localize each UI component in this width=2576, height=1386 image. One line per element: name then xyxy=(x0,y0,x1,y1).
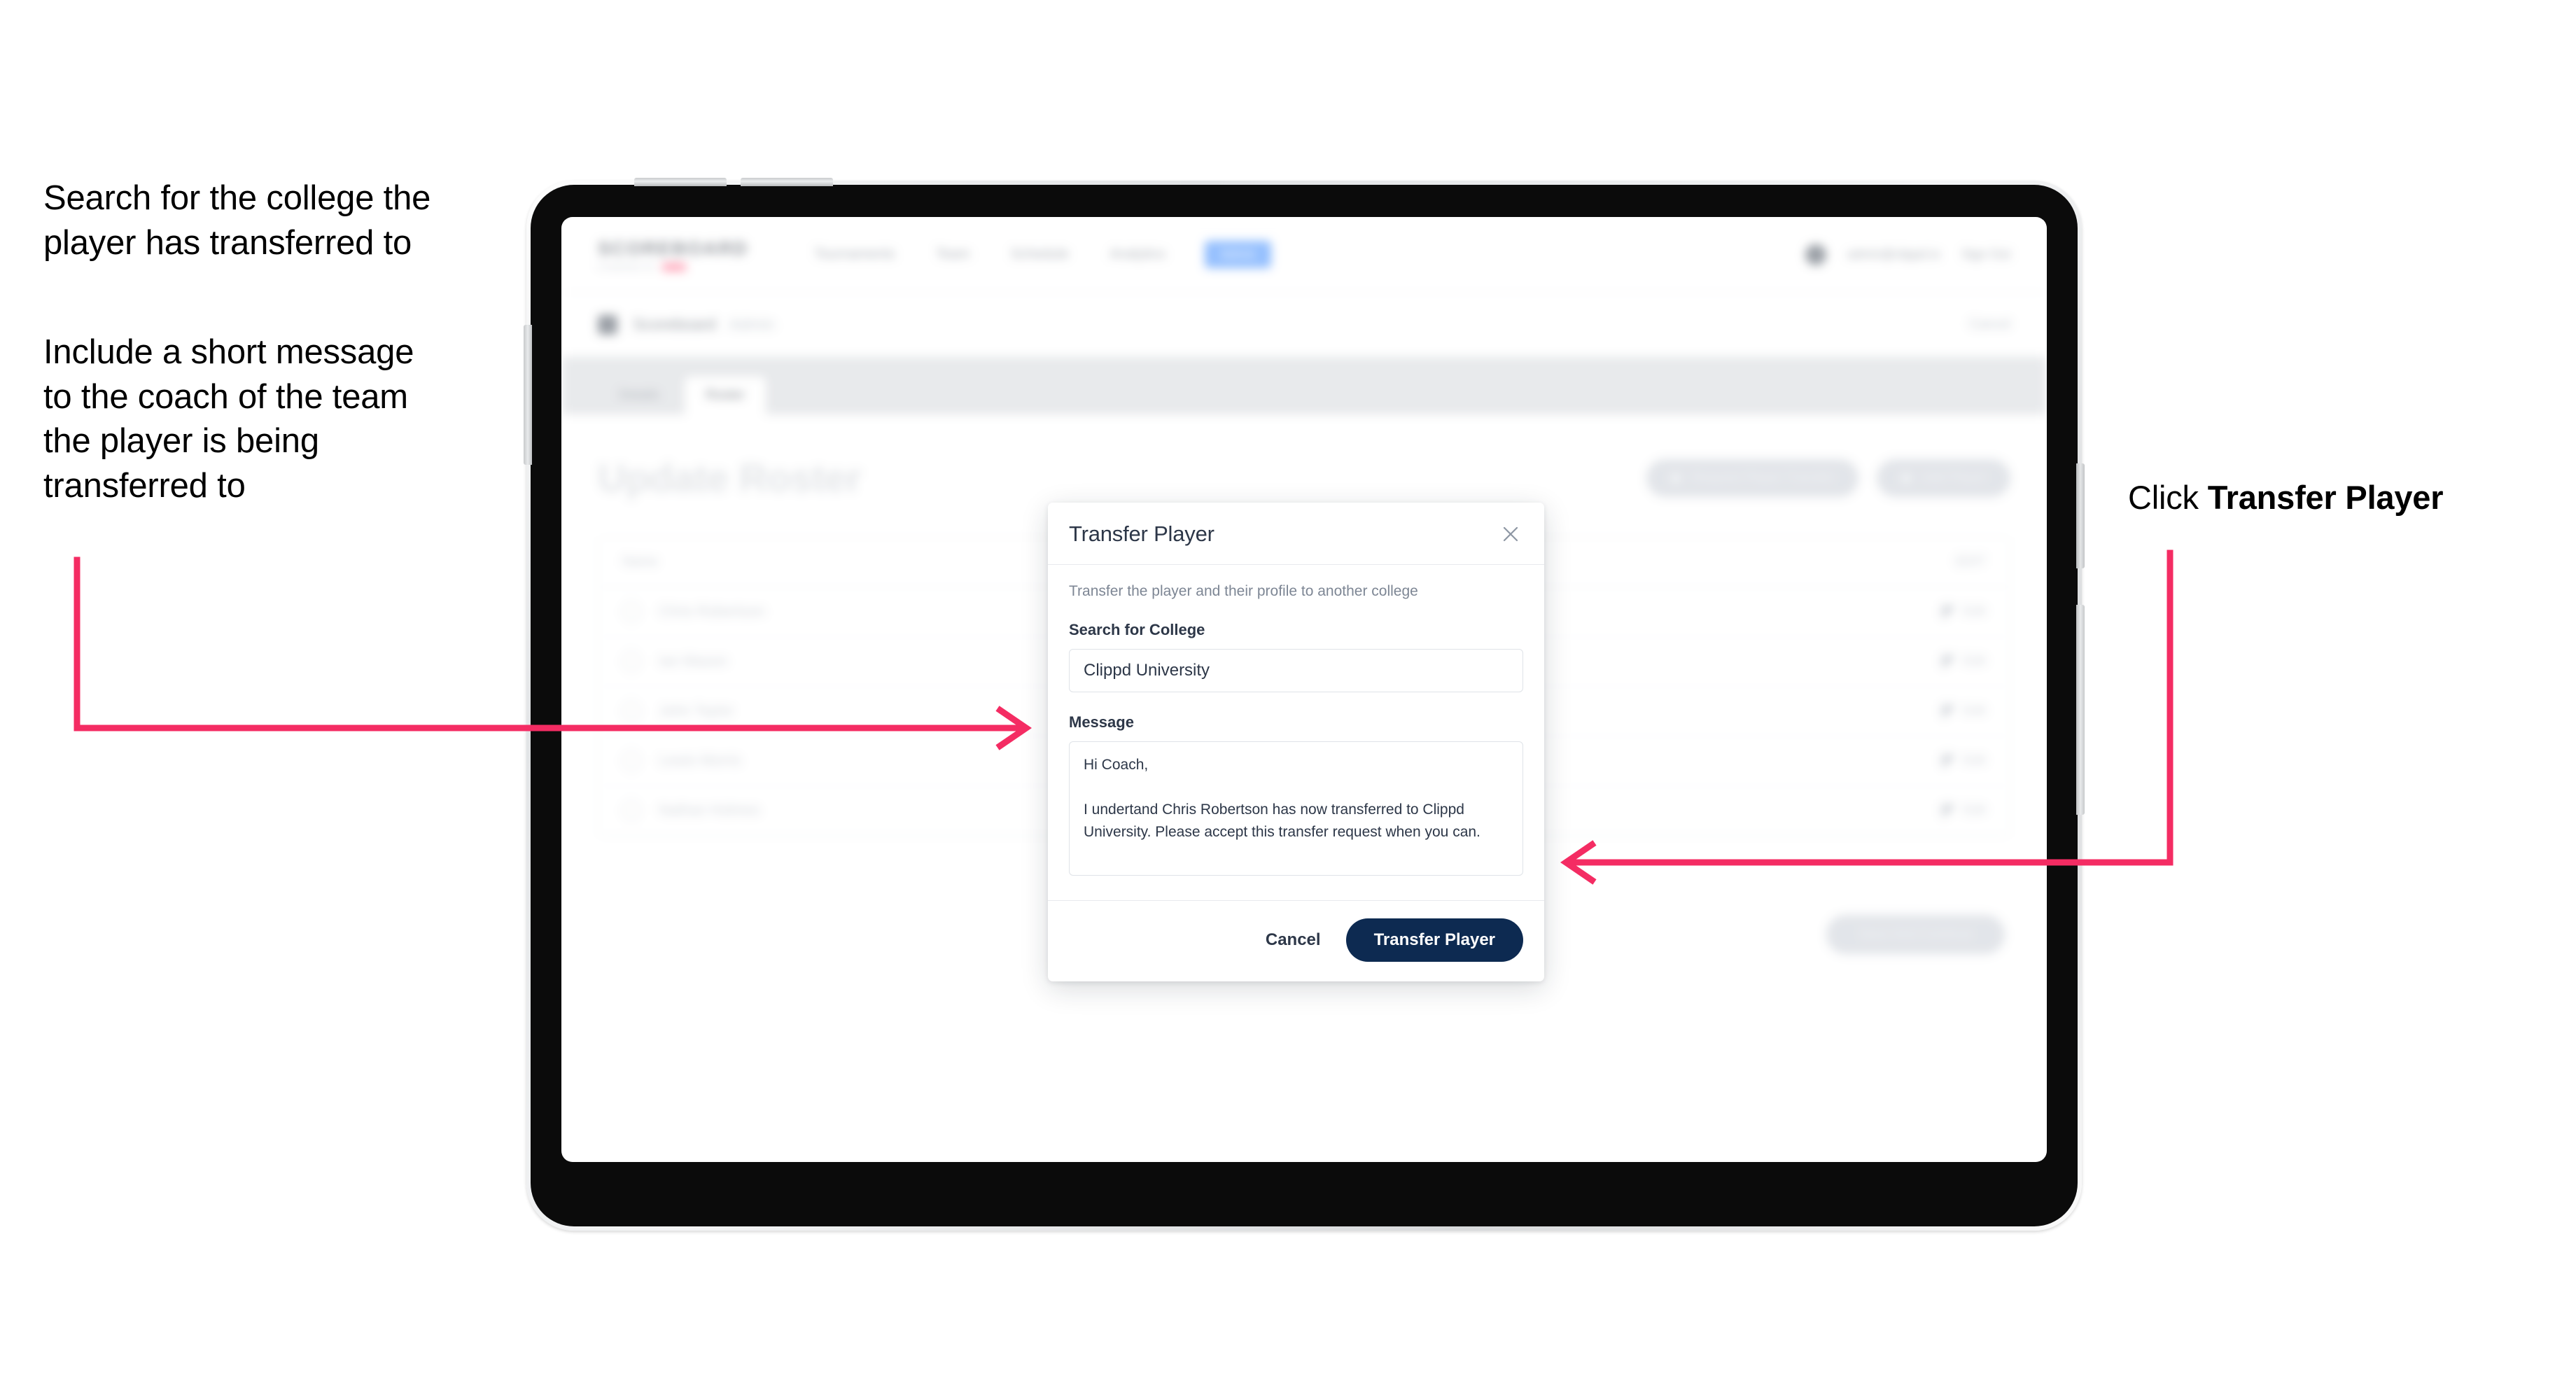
volume-up-button xyxy=(634,178,727,186)
edit-label: Edit xyxy=(1963,654,1986,668)
edit-button[interactable]: Edit xyxy=(1942,753,1986,769)
side-button xyxy=(2076,605,2085,815)
subbar-title: Scoreboard Admin xyxy=(633,315,775,334)
transfer-player-modal: Transfer Player Transfer the player and … xyxy=(1048,503,1544,981)
edit-label: Edit xyxy=(1963,803,1986,818)
plus-icon xyxy=(1900,472,1912,484)
app-tab-strip: Details Roster xyxy=(561,357,2047,414)
nav-links: Tournaments Team Schedule Analytics Admi… xyxy=(813,239,1272,270)
player-name: Nathan Holmes xyxy=(659,802,760,818)
nav-signout-link[interactable]: Sign Out xyxy=(1961,247,2010,262)
transfer-player-submit-button[interactable]: Transfer Player xyxy=(1345,918,1523,962)
add-player-label: Add Player xyxy=(1921,470,1987,485)
app-sub-bar: Scoreboard Admin Cancel xyxy=(561,293,2047,357)
nav-link-tournaments[interactable]: Tournaments xyxy=(813,239,897,270)
page-title: Update Roster xyxy=(598,456,862,500)
app-logo[interactable]: SCOREBOARD POWERED BY xyxy=(598,238,748,272)
save-and-continue-button[interactable]: Save And Continue xyxy=(1826,915,2005,954)
request-player-transfer-button[interactable]: Request Player Transfer xyxy=(1646,458,1859,497)
subbar-cancel-link[interactable]: Cancel xyxy=(1969,317,2010,332)
close-icon[interactable] xyxy=(1498,522,1523,547)
message-textarea[interactable] xyxy=(1069,741,1523,876)
modal-body: Transfer the player and their profile to… xyxy=(1048,565,1544,900)
annotation-include-message: Include a short message to the coach of … xyxy=(43,333,414,505)
transfer-icon xyxy=(1670,472,1682,484)
page-header-actions: Request Player Transfer Add Player xyxy=(1646,458,2010,497)
scoreboard-icon xyxy=(598,314,617,335)
message-label: Message xyxy=(1069,713,1134,731)
annotation-search-college: Search for the college the player has tr… xyxy=(43,179,431,262)
pencil-icon xyxy=(1942,755,1955,767)
brand-name: SCOREBOARD xyxy=(598,237,749,259)
tab-roster[interactable]: Roster xyxy=(685,377,766,414)
cancel-button[interactable]: Cancel xyxy=(1261,925,1325,955)
request-player-transfer-label: Request Player Transfer xyxy=(1691,470,1835,485)
subbar-title-text: Scoreboard xyxy=(633,315,716,333)
search-college-label: Search for College xyxy=(1069,621,1205,638)
player-name: John Taylor xyxy=(659,703,734,719)
annotation-right-bold: Transfer Player xyxy=(2207,479,2444,516)
brand-subtitle: POWERED BY xyxy=(598,263,748,272)
brand-sub-text: POWERED BY xyxy=(598,262,657,272)
pencil-icon xyxy=(1942,705,1955,718)
volume-down-button xyxy=(741,178,833,186)
edit-button[interactable]: Edit xyxy=(1942,704,1986,719)
avatar[interactable] xyxy=(1805,244,1826,265)
modal-description: Transfer the player and their profile to… xyxy=(1069,583,1418,599)
row-checkbox[interactable] xyxy=(622,802,640,820)
brand-accent-dot xyxy=(662,263,686,271)
edit-button[interactable]: Edit xyxy=(1942,654,1986,669)
page-header-row: Update Roster Request Player Transfer Ad… xyxy=(598,455,2010,500)
search-college-input[interactable] xyxy=(1069,649,1523,692)
column-header-name: Name xyxy=(622,554,658,569)
annotation-click-transfer-player: Click Transfer Player xyxy=(2128,476,2562,519)
screenshot-canvas: Search for the college the player has tr… xyxy=(0,0,2576,1386)
modal-header: Transfer Player xyxy=(1048,503,1544,565)
edit-label: Edit xyxy=(1963,753,1986,768)
field-spacer xyxy=(1069,692,1523,713)
add-player-button[interactable]: Add Player xyxy=(1877,458,2010,497)
player-name: Ian Mason xyxy=(659,653,728,669)
edit-label: Edit xyxy=(1963,704,1986,718)
tab-details[interactable]: Details xyxy=(598,377,680,414)
pencil-icon xyxy=(1942,804,1955,817)
subbar-title-muted: Admin xyxy=(729,315,775,333)
column-header-edit: EDIT xyxy=(1955,554,1986,569)
app-top-nav: SCOREBOARD POWERED BY Tournaments Team S… xyxy=(561,217,2047,293)
nav-link-schedule[interactable]: Schedule xyxy=(1009,239,1070,270)
nav-user-email: admin@clippd.io xyxy=(1847,247,1940,261)
nav-admin-pill[interactable]: Admin xyxy=(1204,241,1272,268)
left-side-button xyxy=(524,325,532,465)
row-checkbox[interactable] xyxy=(622,603,640,621)
edit-label: Edit xyxy=(1963,604,1986,619)
row-checkbox[interactable] xyxy=(622,702,640,720)
nav-link-team[interactable]: Team xyxy=(934,239,972,270)
nav-link-analytics[interactable]: Analytics xyxy=(1108,239,1167,270)
edit-button[interactable]: Edit xyxy=(1942,604,1986,620)
row-checkbox[interactable] xyxy=(622,652,640,671)
pencil-icon xyxy=(1942,606,1955,618)
row-checkbox[interactable] xyxy=(622,752,640,770)
pencil-icon xyxy=(1942,655,1955,668)
power-button xyxy=(2076,463,2085,568)
modal-footer: Cancel Transfer Player xyxy=(1048,900,1544,981)
modal-title: Transfer Player xyxy=(1069,522,1214,546)
edit-button[interactable]: Edit xyxy=(1942,803,1986,818)
nav-right-group: admin@clippd.io Sign Out xyxy=(1805,244,2010,265)
player-name: Chris Robertson xyxy=(659,603,765,620)
player-name: Lewis Morris xyxy=(659,752,741,769)
annotation-right-prefix: Click xyxy=(2128,479,2208,516)
